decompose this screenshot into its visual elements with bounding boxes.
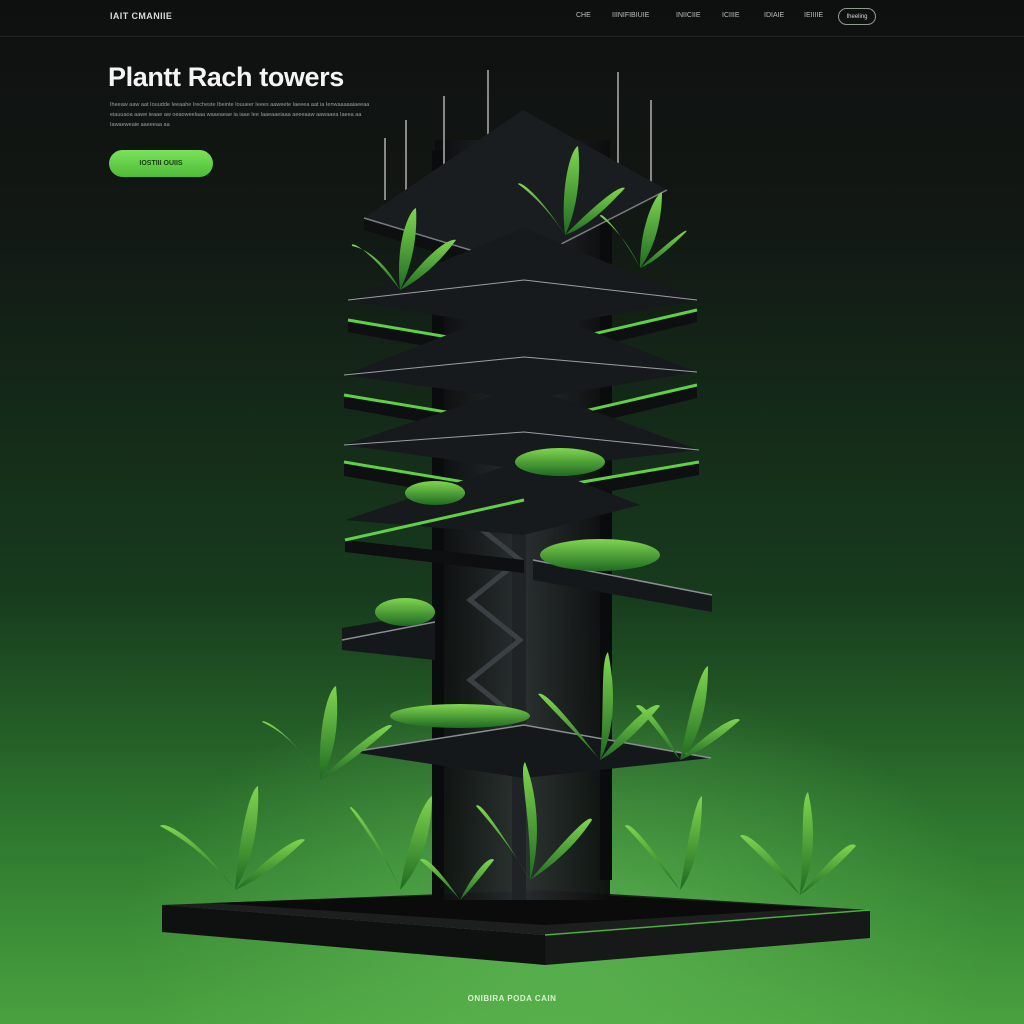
plant-bottom-left xyxy=(262,686,392,780)
vertical-farm-tower-illustration xyxy=(160,70,871,965)
footer-caption: ONIBIRA PODA CAIN xyxy=(467,994,557,1003)
planter-base xyxy=(162,890,871,965)
platform-level-8 xyxy=(351,724,712,778)
